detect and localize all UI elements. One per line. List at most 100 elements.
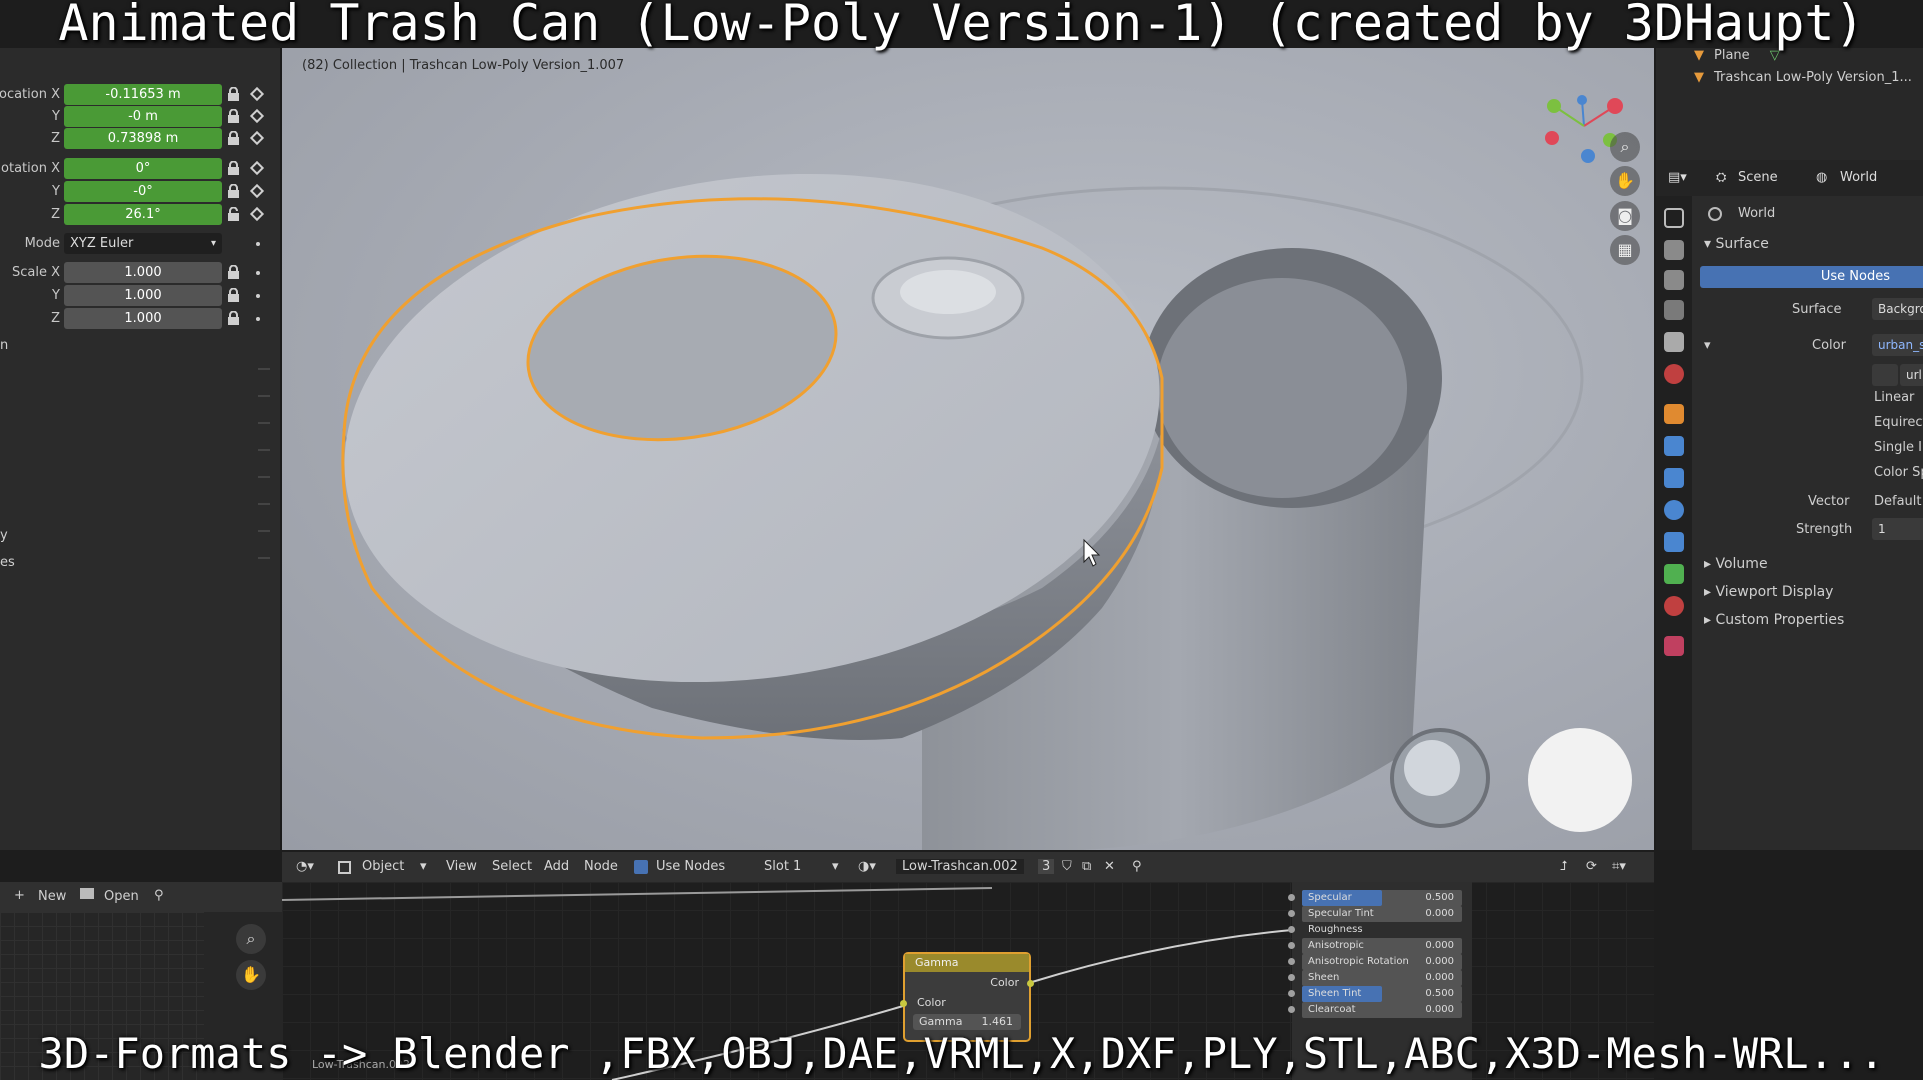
chevron-down-icon[interactable]: ▾	[1704, 338, 1711, 353]
drag-handle[interactable]	[258, 503, 270, 505]
bsdf-input-row[interactable]: Anisotropic Rotation 0.000	[1288, 954, 1462, 970]
object-tab-icon[interactable]	[1664, 404, 1684, 424]
lock-icon[interactable]	[227, 109, 240, 124]
input-socket[interactable]	[1288, 926, 1295, 933]
interpolation-value[interactable]: Linear	[1874, 390, 1914, 405]
menu-view[interactable]: View	[446, 859, 477, 874]
drag-handle[interactable]	[258, 530, 270, 532]
world-context-label[interactable]: World	[1840, 170, 1877, 185]
drag-handle[interactable]	[258, 449, 270, 451]
modifier-wrench-icon[interactable]	[1664, 436, 1684, 456]
volume-section-header[interactable]: ▸ Volume	[1704, 556, 1768, 572]
surface-shader-field[interactable]: Backgro	[1872, 298, 1923, 320]
keyframe-icon[interactable]	[249, 206, 265, 222]
material-users-count[interactable]: 3	[1038, 859, 1055, 874]
keyframe-icon[interactable]	[249, 86, 265, 102]
hand-icon[interactable]: ✋	[1610, 166, 1640, 196]
new-image-button[interactable]: New	[38, 889, 66, 904]
menu-add[interactable]: Add	[544, 859, 569, 874]
3d-viewport[interactable]: (82) Collection | Trashcan Low-Poly Vers…	[282, 48, 1654, 850]
rotation-y-field[interactable]: -0°	[64, 181, 222, 202]
world-tab-icon[interactable]	[1664, 364, 1684, 384]
projection-value[interactable]: Equirect	[1874, 415, 1923, 430]
parent-node-icon[interactable]: ⮥	[1560, 859, 1568, 874]
dot-icon[interactable]	[256, 294, 260, 298]
lock-icon[interactable]	[227, 288, 240, 303]
view-layer-tab-icon[interactable]	[1664, 300, 1684, 320]
image-icon[interactable]	[1872, 364, 1898, 386]
color-texture-field[interactable]: urban_s	[1872, 334, 1923, 356]
unlock-icon[interactable]	[227, 207, 240, 222]
use-nodes-checkbox[interactable]	[634, 860, 648, 874]
drag-handle[interactable]	[258, 395, 270, 397]
editor-type-icon[interactable]: ◔▾	[296, 859, 314, 874]
editor-type-icon[interactable]: ▤▾	[1668, 170, 1687, 185]
material-sphere-icon[interactable]: ◑▾	[858, 859, 876, 874]
rotation-x-field[interactable]: 0°	[64, 158, 222, 179]
texture-tab-icon[interactable]	[1664, 636, 1684, 656]
drag-handle[interactable]	[258, 476, 270, 478]
scene-tab-icon[interactable]	[1664, 332, 1684, 352]
surface-section-header[interactable]: ▾ Surface	[1704, 236, 1769, 252]
input-socket[interactable]	[1288, 942, 1295, 949]
lock-icon[interactable]	[227, 311, 240, 326]
input-socket[interactable]	[1288, 958, 1295, 965]
gizmo-x-neg[interactable]	[1545, 131, 1559, 145]
shader-type-select[interactable]: Object	[362, 859, 404, 874]
fake-user-shield-icon[interactable]: ⛉	[1062, 859, 1072, 874]
use-nodes-button[interactable]: Use Nodes	[1700, 266, 1923, 288]
slot-select[interactable]: Slot 1	[764, 859, 801, 874]
input-socket[interactable]	[1288, 910, 1295, 917]
bsdf-input-row[interactable]: Anisotropic 0.000	[1288, 938, 1462, 954]
zoom-icon[interactable]: ⌕	[1610, 132, 1640, 162]
scale-y-field[interactable]: 1.000	[64, 285, 222, 306]
output-socket[interactable]	[1027, 980, 1034, 987]
gizmo-z-neg[interactable]	[1581, 149, 1595, 163]
location-x-field[interactable]: -0.11653 m	[64, 84, 222, 105]
drag-handle[interactable]	[258, 368, 270, 370]
pin-icon[interactable]: ⚲	[154, 888, 164, 903]
keyframe-icon[interactable]	[249, 130, 265, 146]
lock-icon[interactable]	[227, 131, 240, 146]
zoom-icon[interactable]: ⌕	[236, 924, 266, 954]
render-tab-icon[interactable]	[1664, 240, 1684, 260]
open-image-button[interactable]: Open	[104, 889, 139, 904]
extension-value[interactable]: Single Im	[1874, 440, 1923, 455]
world-datablock[interactable]: World	[1708, 206, 1775, 221]
bsdf-input-row[interactable]: Specular Tint 0.000	[1288, 906, 1462, 922]
constraints-tab-icon[interactable]	[1664, 532, 1684, 552]
duplicate-icon[interactable]: ⧉	[1082, 859, 1091, 874]
pin-icon[interactable]: ⚲	[1132, 859, 1142, 874]
scale-z-field[interactable]: 1.000	[64, 308, 222, 329]
tool-tab-icon[interactable]	[1664, 208, 1684, 228]
dot-icon[interactable]	[256, 271, 260, 275]
keyframe-icon[interactable]	[249, 108, 265, 124]
menu-node[interactable]: Node	[584, 859, 618, 874]
outliner-item-trashcan[interactable]: ▼ Trashcan Low-Poly Version_1...	[1694, 70, 1912, 85]
gamma-value-field[interactable]: Gamma 1.461	[913, 1014, 1021, 1030]
input-socket[interactable]	[1288, 894, 1295, 901]
mesh-data-tab-icon[interactable]	[1664, 564, 1684, 584]
bsdf-input-row[interactable]: Sheen 0.000	[1288, 970, 1462, 986]
output-tab-icon[interactable]	[1664, 270, 1684, 290]
keyframe-icon[interactable]	[249, 183, 265, 199]
image-name-field[interactable]: url	[1900, 364, 1923, 386]
grid-icon[interactable]: ▦	[1610, 235, 1640, 265]
input-socket[interactable]	[1288, 1006, 1295, 1013]
vector-value[interactable]: Default	[1874, 494, 1922, 509]
rotation-mode-select[interactable]: XYZ Euler ▾	[64, 233, 222, 254]
drag-handle[interactable]	[258, 422, 270, 424]
lock-icon[interactable]	[227, 87, 240, 102]
input-socket[interactable]	[900, 1000, 907, 1007]
gamma-node-header[interactable]: Gamma	[905, 954, 1029, 972]
strength-field[interactable]: 1	[1872, 518, 1923, 540]
snap-element-icon[interactable]: ⌗▾	[1612, 859, 1626, 874]
custom-properties-section-header[interactable]: ▸ Custom Properties	[1704, 612, 1844, 628]
rotation-z-field[interactable]: 26.1°	[64, 204, 222, 225]
scene-context-label[interactable]: Scene	[1738, 170, 1778, 185]
material-tab-icon[interactable]	[1664, 596, 1684, 616]
camera-icon[interactable]: ◙	[1610, 201, 1640, 231]
physics-tab-icon[interactable]	[1664, 500, 1684, 520]
lock-icon[interactable]	[227, 184, 240, 199]
bsdf-input-row[interactable]: Roughness	[1288, 922, 1462, 938]
